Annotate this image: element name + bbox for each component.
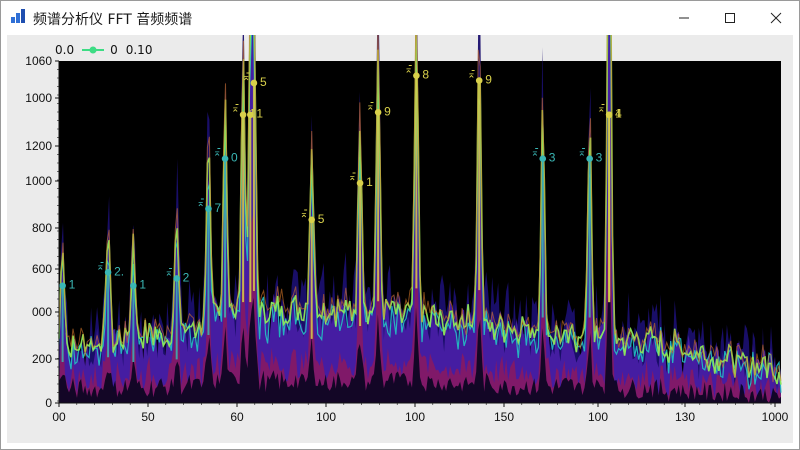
y-tick-label: 1000 [25, 91, 52, 105]
peak-point[interactable] [59, 282, 66, 290]
x-tick-label: 100 [316, 410, 336, 424]
peak-point[interactable] [356, 179, 364, 187]
y-tick-label: 1060 [25, 54, 52, 68]
peak-marker: ⌅̄ [348, 172, 356, 183]
maximize-icon [725, 12, 735, 23]
y-tick-label: 200 [32, 352, 52, 366]
peak-marker: ⌅̄ [300, 209, 308, 220]
y-tick-label: 600 [32, 262, 52, 276]
peak-label: 1 [256, 107, 263, 121]
y-tick-label: 0 [45, 396, 52, 410]
peak-point[interactable] [605, 111, 613, 119]
x-tick-label: 100 [588, 410, 608, 424]
bar-chart-app-icon [11, 9, 25, 23]
peak-marker: ⌅̄ [467, 70, 475, 81]
peak-marker: ⌅̄ [366, 101, 374, 112]
y-tick-label: 800 [32, 221, 52, 235]
peak-point[interactable] [205, 205, 212, 213]
peak-label: 2. [114, 264, 124, 278]
x-tick-label: 1000 [762, 410, 789, 424]
peak-marker: ⌅̄ [213, 148, 221, 159]
peak-label: 8 [422, 68, 429, 82]
peak-label: 9 [485, 73, 492, 87]
peak-marker: ⌅̄ [96, 261, 104, 272]
peak-marker: ⌅̄ [531, 148, 539, 159]
peak-label: 2 [183, 270, 190, 284]
peak-marker: ⌅̄ [578, 148, 586, 159]
peak-marker: ⌅̄ [231, 104, 239, 115]
peak-point[interactable] [475, 77, 483, 84]
peak-label: 3 [549, 151, 556, 165]
peak-point[interactable] [250, 79, 258, 87]
app-window: 频谱分析仪 FFT 音频频谱 0.0 0 0.10 1 ⌅̄ 2. 1 ⌅̄ 2 ⌅̄ 7 ⌅̄… [0, 0, 800, 450]
peak-point[interactable] [586, 155, 593, 163]
peak-point[interactable] [539, 155, 547, 163]
peak-label: 0 [231, 151, 238, 165]
peak-label: 7 [214, 201, 221, 215]
peak-marker: ⌅̄ [165, 267, 173, 278]
y-tick-label: 000 [32, 305, 52, 319]
maximize-button[interactable] [707, 1, 753, 34]
peak-marker: ⌅̄ [597, 104, 605, 115]
peak-marker: ⌅̄ [404, 65, 412, 76]
y-tick-label: 1200 [25, 139, 52, 153]
peak-label: 1 [69, 278, 76, 292]
peak-point[interactable] [221, 155, 229, 163]
x-tick-label: 00 [52, 410, 66, 424]
minimize-button[interactable] [661, 1, 707, 34]
peak-point[interactable] [247, 111, 254, 119]
peak-point[interactable] [130, 282, 137, 290]
x-tick-label: 150 [494, 410, 514, 424]
peak-label: 1 [366, 175, 373, 189]
peak-label: 5 [318, 212, 325, 226]
x-tick-label: 130 [675, 410, 695, 424]
peak-point[interactable] [413, 72, 420, 79]
x-tick-label: 60 [230, 410, 244, 424]
title-bar[interactable]: 频谱分析仪 FFT 音频频谱 [1, 1, 799, 34]
peak-marker: ⌅̄ [242, 72, 250, 83]
y-tick-label: 1000 [25, 174, 52, 188]
peak-point[interactable] [173, 275, 180, 282]
window-title: 频谱分析仪 FFT 音频频谱 [33, 12, 193, 28]
peak-point[interactable] [308, 216, 316, 224]
peak-label: 1 [139, 278, 146, 292]
close-icon [770, 12, 782, 23]
peak-label: 3 [596, 151, 603, 165]
peak-marker: ⌅̄ [196, 198, 204, 209]
peak-label: 5 [260, 75, 267, 89]
spectrum-chart[interactable]: 1 ⌅̄ 2. 1 ⌅̄ 2 ⌅̄ 7 ⌅̄ 0 ⌅̄ 1 1 ⌅̄ 5 ⌅̄ 5 ⌅̄ 1 ⌅̄ 9 ⌅̄ 8 ⌅̄ 9 ⌅̄ 3… [7, 35, 793, 443]
spectrum-panel: 0.0 0 0.10 1⌅̄2.1⌅̄2⌅̄7⌅̄0⌅̄11⌅̄5⌅̄5⌅̄1⌅… [7, 35, 793, 443]
peak-label: 9 [384, 104, 391, 118]
peak-label: 1 [615, 107, 622, 121]
x-tick-label: 50 [141, 410, 155, 424]
close-button[interactable] [753, 1, 799, 34]
peak-point[interactable] [104, 269, 112, 276]
x-tick-label: 100 [405, 410, 425, 424]
minimize-icon [679, 17, 689, 18]
peak-point[interactable] [239, 111, 247, 119]
peak-point[interactable] [374, 109, 382, 116]
